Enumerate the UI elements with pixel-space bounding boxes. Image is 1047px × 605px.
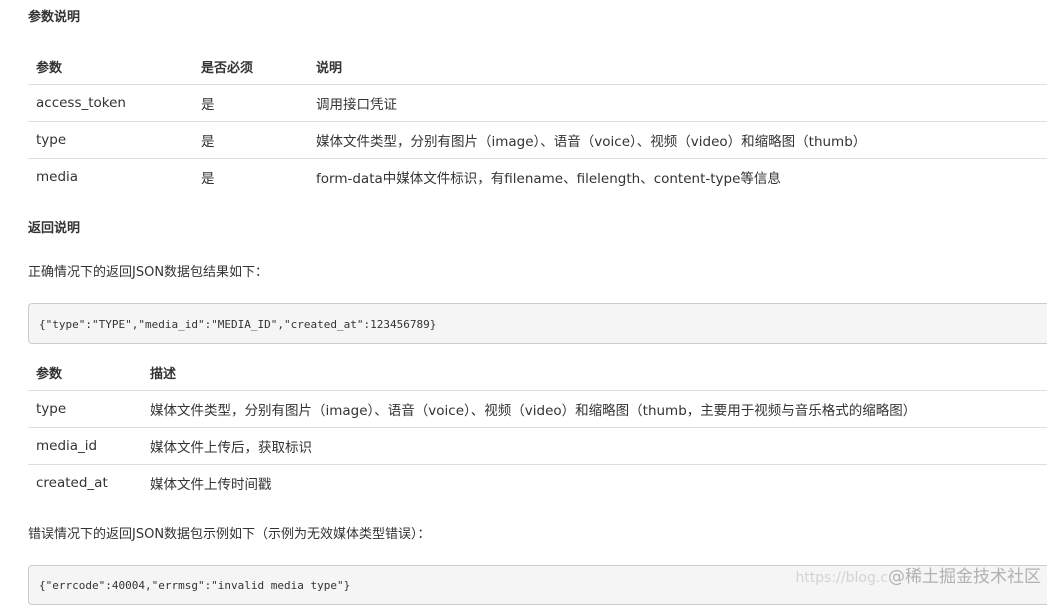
- return-table: 参数 描述 type 媒体文件类型，分别有图片（image）、语音（voice）…: [28, 354, 1047, 501]
- column-header-required: 是否必须: [193, 48, 308, 85]
- params-heading: 参数说明: [28, 10, 81, 25]
- watermark: https://blog.c@稀土掘金技术社区: [795, 562, 1041, 587]
- column-header-param: 参数: [28, 48, 193, 85]
- success-description: 正确情况下的返回JSON数据包结果如下：: [28, 265, 269, 280]
- param-name: created_at: [28, 464, 142, 501]
- table-row: created_at 媒体文件上传时间戳: [28, 464, 1047, 501]
- table-header-row: 参数 描述: [28, 354, 1047, 391]
- table-row: media_id 媒体文件上传后，获取标识: [28, 427, 1047, 465]
- param-name: media_id: [28, 427, 142, 465]
- param-description: 调用接口凭证: [308, 84, 1047, 122]
- params-table: 参数 是否必须 说明 access_token 是 调用接口凭证 type 是 …: [28, 48, 1047, 195]
- column-header-param: 参数: [28, 354, 142, 391]
- param-name: media: [28, 158, 193, 195]
- column-header-description: 描述: [142, 354, 1047, 391]
- table-row: type 媒体文件类型，分别有图片（image）、语音（voice）、视频（vi…: [28, 390, 1047, 428]
- param-name: access_token: [28, 84, 193, 122]
- table-row: type 是 媒体文件类型，分别有图片（image）、语音（voice）、视频（…: [28, 121, 1047, 159]
- error-description: 错误情况下的返回JSON数据包示例如下（示例为无效媒体类型错误）：: [28, 527, 431, 542]
- param-name: type: [28, 121, 193, 159]
- param-description: 媒体文件上传后，获取标识: [142, 427, 1047, 465]
- watermark-label: @稀土掘金技术社区: [888, 567, 1041, 587]
- param-required: 是: [193, 121, 308, 159]
- param-description: 媒体文件类型，分别有图片（image）、语音（voice）、视频（video）和…: [142, 390, 1047, 428]
- return-heading: 返回说明: [28, 221, 81, 236]
- watermark-url: https://blog.c: [795, 570, 888, 586]
- param-required: 是: [193, 84, 308, 122]
- table-row: access_token 是 调用接口凭证: [28, 84, 1047, 122]
- param-description: 媒体文件上传时间戳: [142, 464, 1047, 501]
- column-header-description: 说明: [308, 48, 1047, 85]
- table-header-row: 参数 是否必须 说明: [28, 48, 1047, 85]
- param-description: form-data中媒体文件标识，有filename、filelength、co…: [308, 158, 1047, 195]
- param-name: type: [28, 390, 142, 428]
- param-required: 是: [193, 158, 308, 195]
- param-description: 媒体文件类型，分别有图片（image）、语音（voice）、视频（video）和…: [308, 121, 1047, 159]
- success-code-block: {"type":"TYPE","media_id":"MEDIA_ID","cr…: [28, 303, 1047, 344]
- table-row: media 是 form-data中媒体文件标识，有filename、filel…: [28, 158, 1047, 195]
